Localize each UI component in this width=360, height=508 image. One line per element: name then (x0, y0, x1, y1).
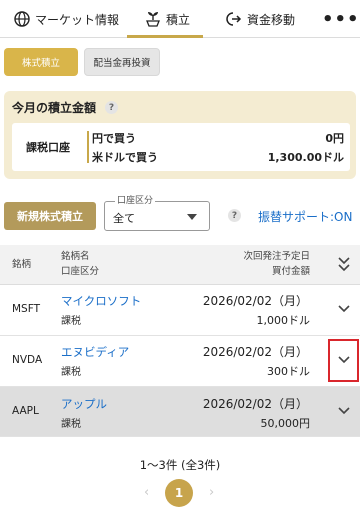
expand-all-icon[interactable] (337, 255, 351, 273)
row-next-date: 2026/02/02（月） (202, 345, 308, 359)
nav-tsumitate[interactable]: 積立 (145, 0, 190, 38)
nav-market[interactable]: マーケット情報 (14, 0, 119, 38)
transfer-icon (226, 12, 242, 26)
row-ticker: MSFT (12, 303, 40, 315)
yen-buy-value: 0円 (325, 132, 344, 145)
page-1-button[interactable]: 1 (165, 479, 193, 507)
yen-buy-label: 円で買う (92, 132, 136, 145)
col-ticker: 銘柄 (12, 259, 32, 270)
row-next-date: 2026/02/02（月） (202, 397, 308, 411)
monthly-amount-panel: 今月の積立金額 ? 課税口座 円で買う 0円 米ドルで買う 1,300.00ドル (4, 91, 356, 179)
table-row[interactable]: AAPL アップル 課税 2026/02/02（月） 50,000円 (0, 387, 360, 437)
row-ticker: AAPL (12, 405, 39, 417)
tab-dividend-reinvest[interactable]: 配当金再投資 (84, 48, 160, 76)
top-nav: マーケット情報 積立 資金移動 ••• (0, 0, 360, 38)
usd-buy-label: 米ドルで買う (92, 151, 158, 164)
more-menu-icon[interactable]: ••• (322, 0, 360, 38)
pagination-info: 1〜3件 (全3件) (139, 458, 221, 472)
table-row[interactable]: MSFT マイクロソフト 課税 2026/02/02（月） 1,000ドル (0, 285, 360, 336)
col-next-date: 次回発注予定日 (243, 251, 310, 262)
account-type-select-value: 全て (113, 212, 135, 225)
row-amount: 300ドル (267, 365, 310, 378)
globe-icon (14, 11, 30, 27)
tab-stock-tsumitate[interactable]: 株式積立 (4, 48, 78, 76)
account-type-select[interactable]: 口座区分 全て (104, 195, 210, 231)
table-row[interactable]: NVDA エヌビディア 課税 2026/02/02（月） 300ドル (0, 336, 360, 387)
col-amount: 買付金額 (271, 266, 310, 277)
row-stock-name[interactable]: アップル (61, 396, 107, 412)
row-account-type: 課税 (61, 367, 81, 378)
account-type-select-label: 口座区分 (115, 195, 156, 207)
new-stock-tsumitate-button[interactable]: 新規株式積立 (4, 202, 96, 230)
col-account: 口座区分 (61, 266, 100, 277)
row-account-type: 課税 (61, 316, 81, 327)
nav-market-label: マーケット情報 (35, 12, 120, 27)
chevron-down-icon[interactable] (337, 406, 351, 416)
nav-transfer[interactable]: 資金移動 (224, 0, 295, 38)
chevron-down-icon[interactable] (337, 304, 351, 314)
row-ticker: NVDA (12, 354, 43, 366)
monthly-amount-card: 課税口座 円で買う 0円 米ドルで買う 1,300.00ドル (12, 123, 350, 171)
usd-buy-value: 1,300.00ドル (267, 151, 344, 164)
row-amount: 50,000円 (260, 417, 311, 430)
row-account-type: 課税 (61, 419, 81, 430)
nav-transfer-label: 資金移動 (247, 12, 296, 27)
nav-tsumitate-label: 積立 (166, 12, 191, 27)
monthly-amount-title: 今月の積立金額 (12, 101, 97, 115)
row-amount: 1,000ドル (256, 314, 311, 327)
row-next-date: 2026/02/02（月） (202, 294, 308, 308)
taxable-account-label: 課税口座 (26, 141, 70, 154)
caret-down-icon (187, 214, 197, 220)
row-stock-name[interactable]: エヌビディア (61, 344, 129, 360)
nav-active-indicator (127, 35, 203, 38)
help-icon[interactable]: ? (105, 101, 118, 114)
transfer-support-link[interactable]: 振替サポート:ON (258, 208, 352, 225)
col-name: 銘柄名 (61, 251, 90, 262)
highlight-box (328, 339, 359, 382)
sprout-icon (146, 12, 160, 27)
table-header: 銘柄 銘柄名 口座区分 次回発注予定日 買付金額 (0, 245, 360, 285)
row-stock-name[interactable]: マイクロソフト (61, 293, 141, 309)
prev-page-icon[interactable]: ‹ (144, 485, 149, 500)
account-divider (87, 131, 89, 163)
transfer-help-icon[interactable]: ? (228, 209, 241, 222)
next-page-icon[interactable]: › (209, 485, 214, 500)
